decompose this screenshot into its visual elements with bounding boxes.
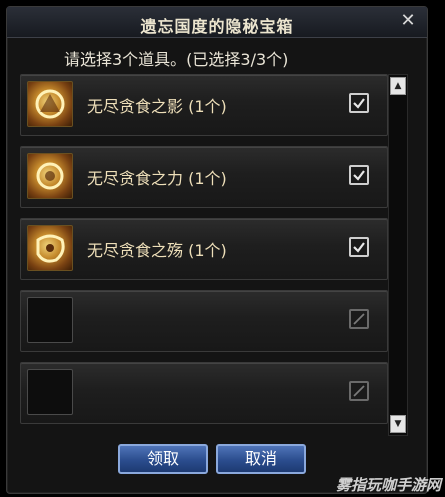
- item-slot-3[interactable]: 无尽贪食之殇 (1个): [20, 218, 388, 280]
- scroll-up-icon[interactable]: ▲: [390, 77, 406, 95]
- item-slot-5: [20, 362, 388, 424]
- confirm-button[interactable]: 领取: [118, 444, 208, 474]
- item-name: 无尽贪食之力 (1个): [87, 169, 227, 188]
- item-icon: [27, 81, 73, 127]
- title-bar: 遗忘国度的隐秘宝箱 ✕: [7, 7, 427, 38]
- item-name: 无尽贪食之殇 (1个): [87, 241, 227, 260]
- empty-item-icon: [27, 297, 73, 343]
- item-icon: [27, 225, 73, 271]
- item-slot-1[interactable]: 无尽贪食之影 (1个): [20, 74, 388, 136]
- item-checkbox[interactable]: [349, 165, 369, 185]
- item-name: 无尽贪食之影 (1个): [87, 97, 227, 116]
- item-slot-2[interactable]: 无尽贪食之力 (1个): [20, 146, 388, 208]
- item-checkbox[interactable]: [349, 237, 369, 257]
- item-slot-4: [20, 290, 388, 352]
- close-icon[interactable]: ✕: [397, 10, 419, 32]
- item-checkbox-disabled: [349, 381, 369, 401]
- item-checkbox-disabled: [349, 309, 369, 329]
- cancel-button[interactable]: 取消: [216, 444, 306, 474]
- dialog-title: 遗忘国度的隐秘宝箱: [140, 17, 294, 36]
- item-checkbox[interactable]: [349, 93, 369, 113]
- selection-prompt: 请选择3个道具。(已选择3/3个): [64, 50, 289, 69]
- list-scrollbar[interactable]: ▲ ▼: [388, 74, 408, 436]
- scroll-down-icon[interactable]: ▼: [390, 415, 406, 433]
- item-icon: [27, 153, 73, 199]
- watermark: 雾指玩咖手游网: [335, 476, 441, 494]
- empty-item-icon: [27, 369, 73, 415]
